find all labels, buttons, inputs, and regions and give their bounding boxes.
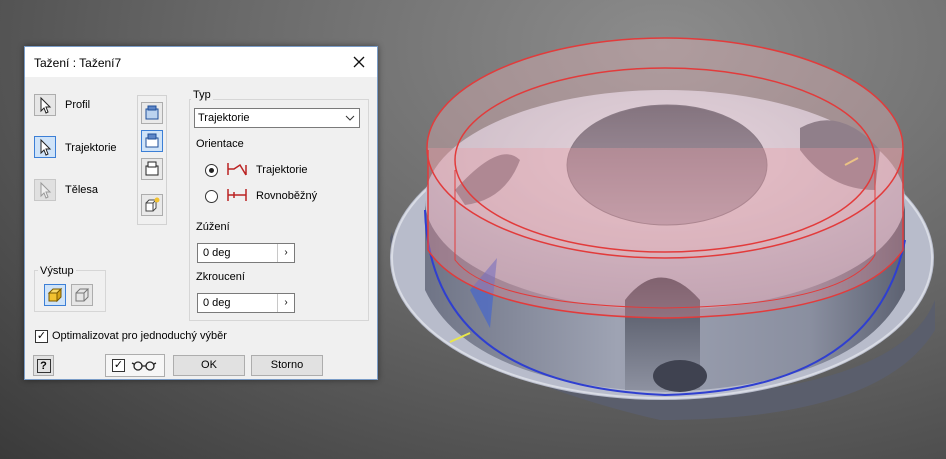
cancel-button[interactable]: Storno	[251, 355, 323, 376]
operation-buttons	[137, 95, 167, 225]
dialog-titlebar[interactable]: Tažení : Tažení7	[25, 47, 377, 77]
cursor-arrow-icon	[40, 181, 52, 199]
bodies-label: Tělesa	[65, 184, 99, 196]
chevron-right-icon[interactable]: ›	[277, 244, 294, 262]
orientation-trajectory-radio[interactable]	[205, 164, 218, 177]
orientation-trajectory-label: Trajektorie	[256, 164, 308, 176]
twist-input[interactable]: 0 deg ›	[197, 293, 295, 313]
trajectory-label: Trajektorie	[65, 142, 117, 154]
dialog-title: Tažení : Tažení7	[34, 56, 122, 70]
taper-value: 0 deg	[203, 247, 231, 259]
type-select-value: Trajektorie	[198, 112, 250, 124]
sweep-preview	[426, 37, 904, 319]
output-solid-button[interactable]	[44, 284, 66, 306]
orientation-parallel-radio[interactable]	[205, 190, 218, 203]
bodies-select-button[interactable]	[34, 179, 56, 201]
join-button[interactable]	[141, 102, 163, 124]
help-icon: ?	[36, 359, 51, 373]
cut-icon	[145, 133, 159, 148]
taper-label: Zúžení	[196, 221, 230, 233]
output-surface-button[interactable]	[71, 284, 93, 306]
intersect-icon	[145, 161, 159, 176]
profile-select-button[interactable]	[34, 94, 56, 116]
help-button[interactable]: ?	[33, 355, 54, 376]
preview-toggle[interactable]: ✓	[105, 354, 165, 377]
ok-button[interactable]: OK	[173, 355, 245, 376]
new-solid-icon	[145, 197, 160, 212]
type-select[interactable]: Trajektorie	[194, 108, 360, 128]
intersect-button[interactable]	[141, 158, 163, 180]
twist-value: 0 deg	[203, 297, 231, 309]
glasses-icon	[131, 361, 157, 371]
optimize-checkbox[interactable]: ✓	[35, 330, 48, 343]
taper-input[interactable]: 0 deg ›	[197, 243, 295, 263]
output-legend: Výstup	[38, 265, 76, 277]
cut-button[interactable]	[141, 130, 163, 152]
surface-body-icon	[75, 288, 90, 302]
chevron-down-icon	[345, 115, 355, 121]
profile-label: Profil	[65, 99, 91, 111]
twist-label: Zkroucení	[196, 271, 245, 283]
join-icon	[145, 105, 159, 120]
close-button[interactable]	[349, 52, 369, 72]
chevron-right-icon[interactable]: ›	[277, 294, 294, 312]
type-group	[189, 99, 369, 321]
solid-body-icon	[47, 287, 63, 303]
cursor-arrow-icon	[40, 138, 52, 156]
parallel-orientation-icon	[227, 189, 247, 201]
orientation-legend: Orientace	[196, 138, 244, 150]
new-solid-button[interactable]	[141, 194, 163, 216]
close-icon	[353, 56, 365, 68]
sweep-dialog: Tažení : Tažení7 Profil Trajektorie Těle…	[24, 46, 378, 380]
trajectory-select-button[interactable]	[34, 136, 56, 158]
preview-checkbox[interactable]: ✓	[112, 359, 125, 372]
cursor-arrow-icon	[40, 96, 52, 114]
optimize-label: Optimalizovat pro jednoduchý výběr	[52, 330, 227, 342]
type-legend: Typ	[191, 89, 213, 101]
orientation-parallel-label: Rovnoběžný	[256, 190, 318, 202]
path-orientation-icon	[227, 163, 247, 176]
